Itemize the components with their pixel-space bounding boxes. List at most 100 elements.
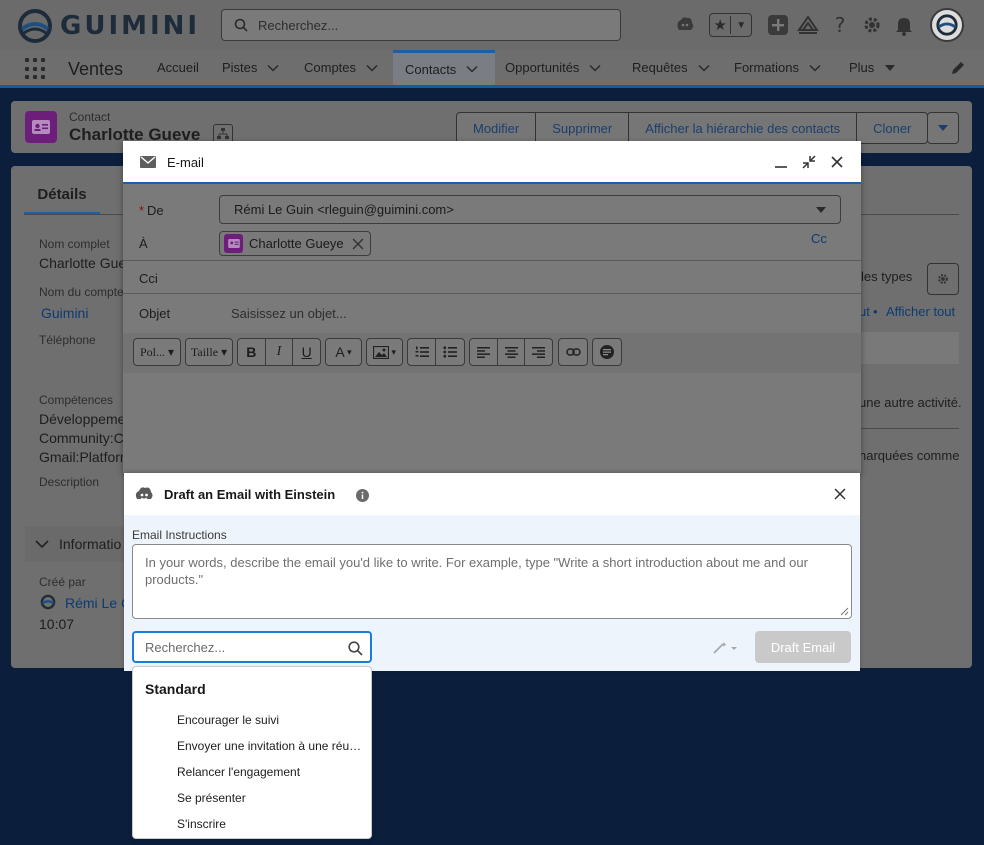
einstein-icon[interactable]: [672, 12, 698, 38]
resize-handle-icon[interactable]: [840, 607, 849, 616]
subject-input[interactable]: Saisissez un objet...: [231, 306, 347, 321]
chevron-down-icon[interactable]: [267, 62, 279, 74]
trailhead-icon[interactable]: [795, 12, 821, 38]
font-family-label: Pol...: [139, 344, 165, 359]
close-icon[interactable]: [828, 153, 846, 171]
skills-label: Compétences: [39, 393, 114, 407]
nav-item-formations[interactable]: Formations: [734, 50, 821, 85]
from-select[interactable]: Rémi Le Guin <rleguin@guimini.com>: [219, 195, 841, 224]
app-launcher-icon[interactable]: [25, 58, 47, 80]
einstein-draft-panel: Draft an Email with Einstein Email Instr…: [124, 473, 860, 671]
caret-down-icon[interactable]: [884, 62, 896, 74]
modifier-button[interactable]: Modifier: [456, 112, 537, 144]
nav-item-label: Comptes: [304, 60, 357, 75]
afficher-hierarchie-button[interactable]: Afficher la hiérarchie des contacts: [628, 112, 858, 144]
gear-icon[interactable]: [859, 12, 885, 38]
magic-wand-icon[interactable]: [712, 641, 738, 655]
cloner-button[interactable]: Cloner: [856, 112, 929, 144]
chevron-down-icon[interactable]: [589, 62, 601, 74]
global-search-placeholder: Recherchez...: [258, 17, 339, 33]
full-name-value: Charlotte Gue: [39, 255, 127, 271]
nav-item-label: Contacts: [405, 61, 457, 77]
chevron-down-icon[interactable]: [809, 62, 821, 74]
font-family-select[interactable]: Pol... ▾: [133, 338, 181, 366]
skills-value: Gmail:Platforn: [39, 449, 128, 465]
template-option[interactable]: Encourager le suivi: [177, 713, 363, 727]
align-left-icon[interactable]: [470, 339, 498, 365]
einstein-panel-header: Draft an Email with Einstein: [124, 473, 860, 515]
full-name-label: Nom complet: [39, 237, 110, 251]
font-size-select[interactable]: Taille ▾: [185, 338, 233, 366]
global-header: GUIMINI Recherchez... ★ ▼ ?: [0, 0, 984, 50]
minimize-icon[interactable]: [772, 153, 790, 171]
caret-down-icon[interactable]: ▼: [731, 20, 751, 31]
insert-image-button[interactable]: ▾: [366, 338, 403, 366]
recipient-pill[interactable]: Charlotte Gueye: [219, 231, 371, 256]
nav-item-contacts[interactable]: Contacts: [393, 50, 495, 85]
favorites-button-group[interactable]: ★ ▼: [709, 13, 752, 37]
close-icon[interactable]: [833, 487, 847, 501]
italic-icon[interactable]: I: [266, 339, 294, 365]
nav-item-opportunites[interactable]: Opportunités: [505, 50, 601, 85]
nav-item-comptes[interactable]: Comptes: [304, 50, 378, 85]
align-group: [469, 338, 553, 366]
link-separator: •: [873, 304, 878, 319]
nav-item-plus[interactable]: Plus: [849, 50, 896, 85]
activity-section-bar: [856, 332, 959, 364]
info-icon[interactable]: [356, 489, 369, 502]
chevron-down-icon[interactable]: [366, 62, 378, 74]
nav-item-accueil[interactable]: Accueil: [157, 50, 199, 85]
rich-text-toolbar: Pol... ▾ Taille ▾ B I U A ▾ ▾: [123, 333, 861, 373]
insert-link-button[interactable]: [558, 338, 588, 366]
add-icon[interactable]: [765, 12, 791, 38]
tab-details[interactable]: Détails: [24, 186, 100, 215]
chevron-down-icon[interactable]: [466, 63, 478, 75]
numbered-list-icon[interactable]: [408, 339, 436, 365]
bullet-list-icon[interactable]: [436, 339, 464, 365]
template-option[interactable]: S'inscrire: [177, 817, 363, 831]
information-section-title: Informatio: [59, 536, 122, 552]
draft-email-button[interactable]: Draft Email: [755, 631, 851, 663]
template-option[interactable]: Se présenter: [177, 791, 363, 805]
align-center-icon[interactable]: [498, 339, 526, 365]
nav-item-label: Requêtes: [632, 60, 688, 75]
more-actions-button[interactable]: [927, 112, 959, 144]
account-name-link[interactable]: Guimini: [41, 305, 88, 321]
global-search-input[interactable]: Recherchez...: [221, 9, 621, 41]
supprimer-button[interactable]: Supprimer: [535, 112, 630, 144]
edit-nav-pencil-icon[interactable]: [950, 60, 966, 76]
text-color-button[interactable]: A ▾: [325, 338, 362, 366]
remove-recipient-icon[interactable]: [352, 238, 364, 250]
activity-divider: [856, 428, 959, 429]
text-color-icon: A ▾: [335, 344, 352, 360]
email-instructions-textarea[interactable]: In your words, describe the email you'd …: [132, 544, 852, 619]
chevron-down-icon[interactable]: [698, 62, 710, 74]
activity-settings-button[interactable]: [927, 263, 959, 295]
quick-text-button[interactable]: [592, 338, 622, 366]
cc-link[interactable]: Cc: [811, 231, 827, 246]
row-divider: [123, 293, 861, 294]
template-group-heading: Standard: [145, 681, 206, 697]
row-divider: [123, 260, 861, 261]
template-option[interactable]: Relancer l'engagement: [177, 765, 363, 779]
template-option[interactable]: Envoyer une invitation à une réunion: [177, 739, 363, 753]
star-icon[interactable]: ★: [710, 16, 732, 34]
template-search-input[interactable]: Recherchez...: [132, 631, 372, 663]
created-by-link[interactable]: Rémi Le C: [65, 595, 131, 611]
logo[interactable]: GUIMINI: [18, 9, 200, 43]
collapse-icon[interactable]: [800, 153, 818, 171]
bold-icon[interactable]: B: [238, 339, 266, 365]
nav-item-requetes[interactable]: Requêtes: [632, 50, 710, 85]
description-label: Description: [39, 475, 100, 489]
svg-text:?: ?: [835, 14, 846, 36]
nav-item-pistes[interactable]: Pistes: [222, 50, 279, 85]
marked-as-text: narquées comme: [859, 448, 960, 463]
help-icon[interactable]: ?: [827, 12, 853, 38]
email-instructions-placeholder: In your words, describe the email you'd …: [145, 555, 808, 587]
align-right-icon[interactable]: [525, 339, 552, 365]
user-avatar[interactable]: [930, 8, 964, 42]
notification-bell-icon[interactable]: [891, 12, 917, 38]
underline-icon[interactable]: U: [293, 339, 320, 365]
show-all-link[interactable]: Afficher tout: [886, 304, 955, 319]
font-size-value: Taille ▾: [190, 344, 228, 359]
